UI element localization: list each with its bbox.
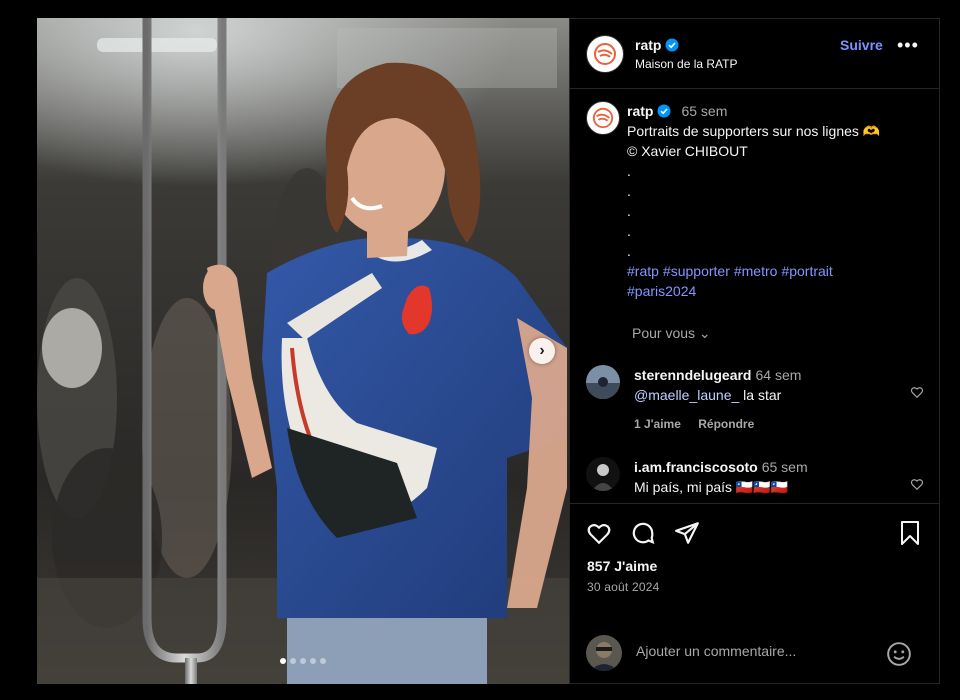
username-row: ratp	[635, 37, 738, 53]
post-photo[interactable]: ›	[37, 18, 569, 684]
username[interactable]: ratp	[635, 37, 661, 53]
verified-badge-icon	[665, 38, 679, 51]
comment-username[interactable]: i.am.franciscosoto	[634, 459, 758, 475]
post-header: ratp Maison de la RATP Suivre •••	[570, 19, 939, 89]
post-side-panel: ratp Maison de la RATP Suivre ••• ratp 6…	[569, 18, 940, 684]
comment: i.am.franciscosoto 65 sem Mi país, mi paí…	[586, 457, 926, 497]
author-names: ratp Maison de la RATP	[635, 37, 738, 71]
comment-time: 64 sem	[755, 367, 802, 383]
carousel-indicators	[37, 658, 569, 664]
hashtag-link[interactable]: #supporter	[663, 263, 730, 279]
carousel-dot	[280, 658, 286, 664]
caption-avatar[interactable]	[586, 101, 620, 135]
hashtag-link[interactable]: #portrait	[781, 263, 832, 279]
ratp-avatar[interactable]	[586, 34, 624, 73]
comment: sterenndelugeard 64 sem @maelle_laune_ la…	[586, 365, 926, 434]
ratp-logo-icon	[594, 42, 616, 65]
comment-icon[interactable]	[630, 520, 656, 546]
comment-username[interactable]: sterenndelugeard	[634, 367, 751, 383]
avatar-image	[586, 457, 620, 491]
avatar-image	[586, 365, 620, 399]
commenter-avatar[interactable]	[586, 365, 620, 399]
next-slide-button[interactable]: ›	[529, 338, 555, 364]
post-modal: › ratp Maison de la RATP Suivre ••• ratp…	[37, 18, 940, 684]
carousel-dot	[300, 658, 306, 664]
avatar-image	[586, 635, 622, 671]
caption-line: .	[627, 223, 631, 239]
heart-icon[interactable]	[910, 477, 924, 491]
caption-time: 65 sem	[681, 103, 728, 119]
chevron-right-icon: ›	[539, 342, 545, 359]
add-comment-bar	[570, 623, 939, 683]
caption-text: ratp 65 sem Portraits de supporters sur …	[627, 101, 880, 301]
comment-time: 65 sem	[761, 459, 808, 475]
share-icon[interactable]	[674, 520, 700, 546]
follow-button[interactable]: Suivre	[840, 37, 883, 53]
verified-badge-icon	[657, 104, 671, 118]
translate-toggle[interactable]: Pour vous ⌄	[632, 325, 711, 342]
current-user-avatar	[586, 635, 622, 671]
caption-line: .	[627, 183, 631, 199]
ratp-logo-icon	[592, 107, 614, 129]
caption-line: .	[627, 163, 631, 179]
photo-illustration	[37, 18, 569, 684]
post-actions: 857 J'aime 30 août 2024	[570, 503, 939, 623]
commenter-avatar[interactable]	[586, 457, 620, 491]
carousel-dot	[310, 658, 316, 664]
carousel-dot	[290, 658, 296, 664]
caption-username[interactable]: ratp	[627, 101, 653, 121]
comments-area[interactable]: ratp 65 sem Portraits de supporters sur …	[570, 89, 939, 503]
heart-icon[interactable]	[586, 520, 612, 546]
comment-text: Mi país, mi país 🇨🇱🇨🇱🇨🇱	[634, 479, 789, 495]
hashtag-link[interactable]: #metro	[734, 263, 778, 279]
caption-line: .	[627, 203, 631, 219]
likes-count[interactable]: 857 J'aime	[587, 558, 657, 574]
caption-line: .	[627, 243, 631, 259]
account-subtitle[interactable]: Maison de la RATP	[635, 57, 738, 71]
comment-input[interactable]	[636, 643, 876, 659]
reply-button[interactable]: Répondre	[698, 417, 754, 431]
more-icon[interactable]: •••	[897, 35, 919, 56]
bookmark-icon[interactable]	[898, 520, 922, 546]
caption-line: Portraits de supporters sur nos lignes 🫶	[627, 123, 881, 139]
emoji-icon[interactable]	[886, 641, 912, 667]
hashtag-link[interactable]: #paris2024	[627, 283, 696, 299]
comment-text: la star	[743, 387, 782, 403]
caption-line: © Xavier CHIBOUT	[627, 143, 748, 159]
comment-mention[interactable]: @maelle_laune_	[634, 387, 739, 403]
carousel-dot	[320, 658, 326, 664]
post-caption: ratp 65 sem Portraits de supporters sur …	[586, 101, 926, 301]
hashtags: #ratp #supporter #metro #portrait #paris202…	[627, 261, 880, 301]
comment-likes[interactable]: 1 J'aime	[634, 417, 681, 431]
post-date[interactable]: 30 août 2024	[587, 580, 659, 594]
heart-icon[interactable]	[910, 385, 924, 399]
hashtag-link[interactable]: #ratp	[627, 263, 659, 279]
